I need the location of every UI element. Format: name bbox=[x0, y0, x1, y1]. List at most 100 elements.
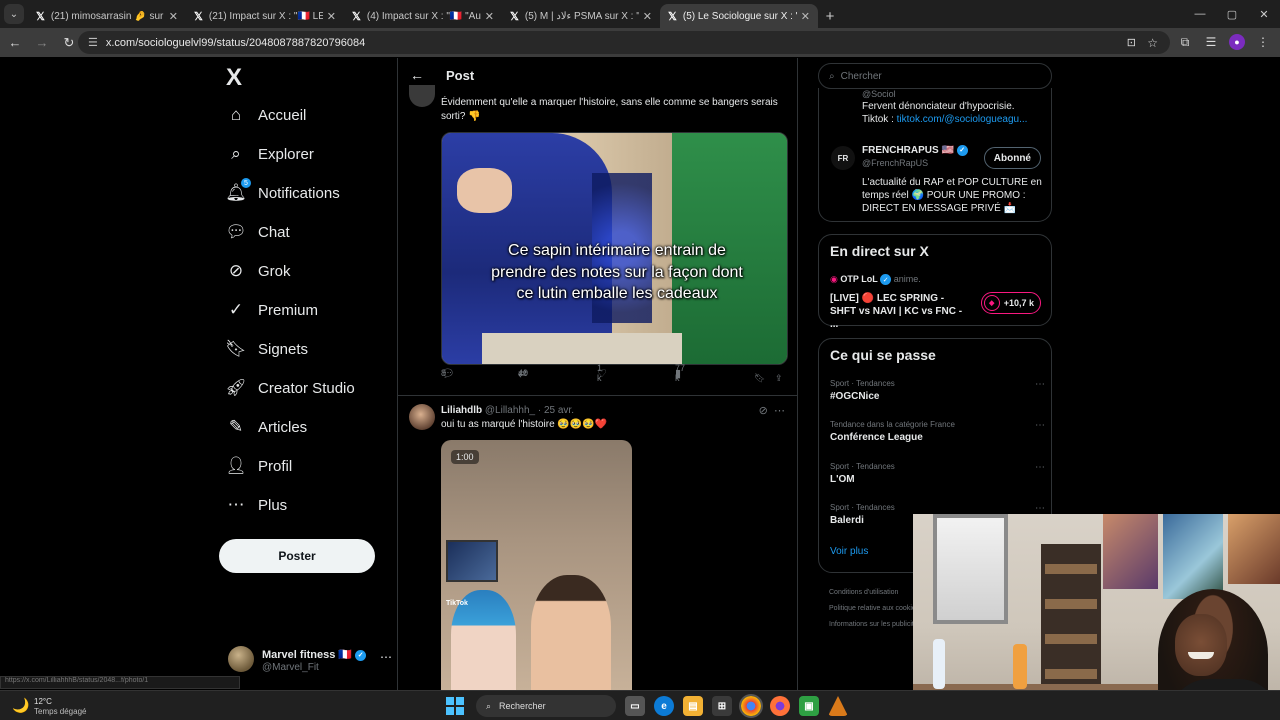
live-account[interactable]: ◉ OTP LoL ✓ anime. bbox=[830, 274, 921, 286]
sidebar-item-grok[interactable]: ⊘ Grok bbox=[226, 256, 291, 286]
like-count: 1 k bbox=[597, 363, 603, 383]
more-icon[interactable]: ⋯ bbox=[774, 405, 785, 417]
sidebar-item-chat[interactable]: 💬︎ Chat bbox=[225, 217, 289, 247]
browser-tab-active[interactable]: 𝕏 (5) Le Sociologue sur X : ""Vous ✕ bbox=[660, 4, 818, 28]
account-more-icon[interactable]: ⋯ bbox=[380, 650, 392, 664]
reply-date[interactable]: · 25 avr. bbox=[538, 405, 574, 416]
vlc-icon[interactable] bbox=[828, 696, 848, 716]
browser-menu-icon[interactable]: ⋮ bbox=[1250, 30, 1276, 54]
browser-tab[interactable]: 𝕏 (5) M | ءلاد PSMA sur X : "Mais c ✕ bbox=[502, 4, 660, 28]
media-control-icon[interactable]: ☰ bbox=[1198, 30, 1224, 54]
sidebar-icon-wrap: 🔔︎ 5 bbox=[225, 178, 251, 203]
reply-author-handle[interactable]: @Lillahhh_ bbox=[485, 405, 535, 416]
post-button[interactable]: Poster bbox=[219, 539, 375, 573]
weather-moon-icon[interactable]: 🌙 bbox=[12, 697, 29, 714]
profile-icon: 👤︎ bbox=[225, 456, 247, 475]
install-app-icon[interactable]: ⊡ bbox=[1127, 36, 1136, 49]
sidebar-item-bookmarks[interactable]: 🔖︎ Signets bbox=[225, 334, 308, 364]
account-handle[interactable]: @FrenchRapUS bbox=[862, 157, 928, 170]
trend-more-icon[interactable]: ⋯ bbox=[1035, 503, 1045, 514]
footer-link[interactable]: Politique relative aux cookies bbox=[829, 601, 921, 617]
share-icon[interactable]: ⇪ bbox=[775, 373, 783, 384]
sidebar-item-creator-studio[interactable]: 🚀︎ Creator Studio bbox=[225, 373, 355, 403]
tab-close-icon[interactable]: ✕ bbox=[327, 10, 336, 23]
sidebar-item-home[interactable]: ⌂ Accueil bbox=[226, 100, 307, 130]
windows-start-icon[interactable] bbox=[446, 697, 464, 715]
browser-tab[interactable]: 𝕏 (4) Impact sur X : "🇫🇷 "Au bout d ✕ bbox=[344, 4, 502, 28]
extensions-icon[interactable]: ⧉ bbox=[1172, 30, 1198, 54]
avatar[interactable] bbox=[409, 85, 435, 107]
footer-link[interactable]: Conditions d'utilisation bbox=[829, 585, 921, 601]
account-switcher[interactable]: Marvel fitness 🇫🇷 ✓ @Marvel_Fit ⋯ bbox=[226, 642, 392, 676]
back-arrow-icon[interactable]: ← bbox=[410, 67, 424, 83]
browser-tab[interactable]: 𝕏 (21) mimosarrasin 🤌 sur X : "C ✕ bbox=[28, 4, 186, 28]
live-card: En direct sur X ◉ OTP LoL ✓ anime. [LIVE… bbox=[818, 234, 1052, 330]
main-column: ← Post Évidemment qu'elle a marquer l'hi… bbox=[397, 58, 798, 690]
app-icon[interactable]: ▣ bbox=[799, 696, 819, 716]
account-handle: @Marvel_Fit bbox=[262, 662, 319, 673]
sidebar-item-articles[interactable]: ✎ Articles bbox=[226, 412, 307, 442]
sidebar-item-explore[interactable]: ⌕ Explorer bbox=[226, 139, 314, 169]
taskbar-center: ⌕ Rechercher ▭ e ▤ ⊞ ▣ bbox=[440, 694, 848, 718]
tab-close-icon[interactable]: ✕ bbox=[801, 10, 810, 23]
profile-avatar-icon[interactable]: ● bbox=[1229, 34, 1245, 50]
cam-bottle bbox=[1013, 644, 1027, 689]
account-bio: L'actualité du RAP et POP CULTURE en tem… bbox=[862, 177, 1042, 214]
tab-close-icon[interactable]: ✕ bbox=[485, 10, 494, 23]
account-name-text: Marvel fitness 🇫🇷 bbox=[262, 649, 353, 661]
account-name[interactable]: FRENCHRAPUS 🇺🇸 ✓ bbox=[862, 144, 968, 157]
back-arrow-icon[interactable]: ← bbox=[3, 31, 27, 55]
live-listener-count[interactable]: ◆ +10,7 k bbox=[980, 292, 1041, 314]
minimize-icon[interactable]: — bbox=[1184, 0, 1216, 28]
following-button[interactable]: Abonné bbox=[983, 147, 1041, 169]
firefox-icon[interactable] bbox=[770, 696, 790, 716]
maximize-icon[interactable]: ▢ bbox=[1216, 0, 1248, 28]
show-more-link[interactable]: Voir plus bbox=[830, 546, 868, 557]
sidebar-item-notifications[interactable]: 🔔︎ 5 Notifications bbox=[225, 178, 340, 208]
chrome-icon[interactable] bbox=[739, 694, 763, 718]
trend-more-icon[interactable]: ⋯ bbox=[1035, 420, 1045, 431]
tab-close-icon[interactable]: ✕ bbox=[643, 10, 652, 23]
reply-video[interactable]: 1:00 TikTok bbox=[441, 440, 632, 690]
grok-icon[interactable]: ⊘ bbox=[759, 405, 768, 417]
weather-desc[interactable]: Temps dégagé bbox=[34, 707, 86, 716]
edge-icon[interactable]: e bbox=[654, 696, 674, 716]
bio-link[interactable]: tiktok.com/@sociologueagu... bbox=[897, 114, 1028, 125]
live-dot-icon: ◉ bbox=[830, 274, 838, 284]
trend-context: Sport · Tendances bbox=[830, 462, 895, 471]
tab-close-icon[interactable]: ✕ bbox=[169, 10, 178, 23]
trend-name: Balerdi bbox=[830, 515, 864, 526]
weather-temp[interactable]: 12°C bbox=[34, 697, 52, 706]
live-text[interactable]: [LIVE] 🔴 LEC SPRING - SHFT vs NAVI | KC … bbox=[830, 292, 970, 331]
taskbar-search[interactable]: ⌕ Rechercher bbox=[476, 695, 616, 717]
browser-tab[interactable]: 𝕏 (21) Impact sur X : "🇫🇷 LE RAP ✕ bbox=[186, 4, 344, 28]
windows-taskbar: 🌙 12°C Temps dégagé ⌕ Rechercher ▭ e ▤ ⊞ … bbox=[0, 690, 1280, 720]
x-logo-icon[interactable]: X bbox=[226, 64, 242, 92]
reply-video[interactable]: Ce sapin intérimaire entrain de prendre … bbox=[441, 132, 788, 365]
forward-arrow-icon[interactable]: → bbox=[30, 31, 54, 55]
close-window-icon[interactable]: ✕ bbox=[1248, 0, 1280, 28]
search-input[interactable]: ⌕ Chercher bbox=[818, 63, 1052, 89]
tab-search-chevron-icon[interactable]: ⌄ bbox=[4, 4, 24, 24]
tab-title: (5) Le Sociologue sur X : ""Vous bbox=[682, 10, 797, 22]
reply-author-name[interactable]: Liliahdlb bbox=[441, 405, 482, 416]
task-view-icon[interactable]: ▭ bbox=[625, 696, 645, 716]
trend-item[interactable]: Tendance dans la catégorie France Confére… bbox=[830, 420, 1045, 450]
avatar[interactable] bbox=[409, 404, 435, 430]
trend-item[interactable]: Sport · Tendances #OGCNice ⋯ bbox=[830, 379, 1045, 409]
site-info-icon[interactable]: ☰ bbox=[88, 36, 98, 49]
trend-item[interactable]: Sport · Tendances L'OM ⋯ bbox=[830, 462, 1045, 492]
trend-more-icon[interactable]: ⋯ bbox=[1035, 462, 1045, 473]
sidebar-item-premium[interactable]: ✓ Premium bbox=[226, 295, 318, 325]
file-explorer-icon[interactable]: ▤ bbox=[683, 696, 703, 716]
avatar[interactable]: FR bbox=[831, 146, 855, 170]
new-tab-button[interactable]: + bbox=[818, 4, 842, 28]
bookmark-star-icon[interactable]: ☆ bbox=[1147, 36, 1158, 50]
bookmark-icon[interactable]: 🔖︎ bbox=[754, 373, 765, 384]
store-icon[interactable]: ⊞ bbox=[712, 696, 732, 716]
sidebar-item-profile[interactable]: 👤︎ Profil bbox=[225, 451, 292, 481]
trend-more-icon[interactable]: ⋯ bbox=[1035, 379, 1045, 390]
footer-link[interactable]: Informations sur les publicités bbox=[829, 617, 921, 633]
address-bar[interactable]: ☰ x.com/sociologuelvl99/status/204808788… bbox=[78, 31, 1170, 54]
sidebar-item-more[interactable]: ⋯ Plus bbox=[226, 490, 288, 520]
